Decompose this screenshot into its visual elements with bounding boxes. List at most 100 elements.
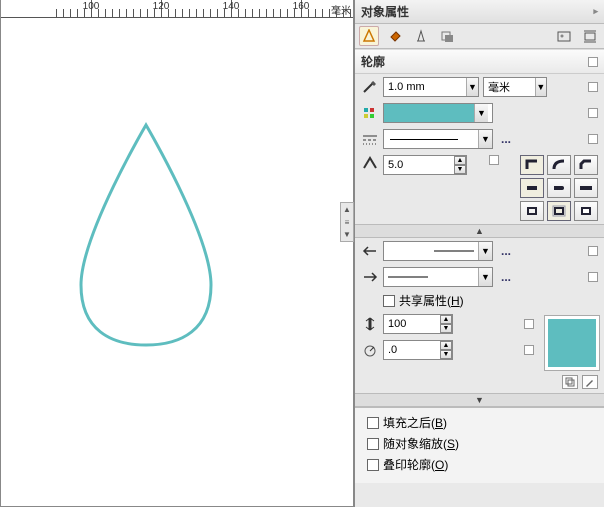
nib-preview-swatch — [544, 315, 600, 371]
outline-color-dropdown-icon[interactable]: ▼ — [474, 104, 488, 122]
color-picker-icon — [361, 105, 379, 121]
corner-style-group — [520, 155, 598, 175]
cap-round-button[interactable] — [547, 178, 571, 198]
cap-extended-button[interactable] — [574, 178, 598, 198]
canvas-area[interactable]: 毫米 100 120 140 160 ▲ ≡ ▼ — [0, 0, 354, 507]
collapse-down-button[interactable]: ▼ — [355, 393, 604, 407]
property-tabs — [355, 24, 604, 49]
position-inside-button[interactable] — [574, 201, 598, 221]
end-arrow-dropdown-icon[interactable]: ▼ — [478, 268, 492, 286]
share-attributes-checkbox[interactable] — [383, 295, 395, 307]
nib-stretch-field[interactable]: ▲▼ — [383, 314, 453, 334]
row-toggle-icon[interactable] — [524, 345, 534, 355]
outline-color-swatch — [384, 104, 474, 122]
miter-limit-field[interactable]: ▲▼ — [383, 155, 467, 175]
overprint-outline-checkbox[interactable] — [367, 459, 379, 471]
overprint-outline-label: 叠印轮廓(O) — [383, 456, 448, 473]
panel-titlebar[interactable]: 对象属性 ▸ — [355, 0, 604, 24]
corner-round-button[interactable] — [547, 155, 571, 175]
outline-section-header[interactable]: 轮廓 — [355, 49, 604, 74]
scroll-down-icon[interactable]: ▼ — [343, 230, 351, 239]
behind-fill-checkbox[interactable] — [367, 417, 379, 429]
nib-angle-input[interactable] — [384, 341, 440, 359]
outline-width-input[interactable] — [384, 78, 466, 96]
ruler-unit-label: 毫米 — [331, 2, 351, 17]
spin-down-icon[interactable]: ▼ — [454, 165, 466, 174]
panel-title-text: 对象属性 — [361, 3, 409, 20]
ruler-tick-label: 100 — [83, 1, 100, 12]
panel-menu-icon[interactable]: ▸ — [593, 6, 598, 17]
cap-square-button[interactable] — [520, 178, 544, 198]
nib-angle-icon — [361, 342, 379, 358]
start-arrow-combo[interactable]: ▼ — [383, 241, 493, 261]
nib-angle-field[interactable]: ▲▼ — [383, 340, 453, 360]
line-style-more-button[interactable]: ... — [497, 132, 515, 146]
outline-options-footer: 填充之后(B) 随对象缩放(S) 叠印轮廓(O) — [355, 407, 604, 483]
row-toggle-icon[interactable] — [588, 108, 598, 118]
scale-with-object-checkbox[interactable] — [367, 438, 379, 450]
miter-limit-icon — [361, 155, 379, 171]
pen-width-icon — [361, 79, 379, 95]
outline-color-combo[interactable]: ▼ — [383, 103, 493, 123]
ruler-tick-label: 140 — [223, 1, 240, 12]
spin-up-icon[interactable]: ▲ — [440, 341, 452, 350]
outline-section-title: 轮廓 — [361, 53, 385, 70]
fill-tab-icon[interactable] — [385, 26, 405, 46]
row-toggle-icon[interactable] — [524, 319, 534, 329]
end-arrow-more-button[interactable]: ... — [497, 270, 515, 284]
start-arrow-dropdown-icon[interactable]: ▼ — [478, 242, 492, 260]
outline-tab-icon[interactable] — [359, 26, 379, 46]
row-toggle-icon[interactable] — [588, 82, 598, 92]
nib-stretch-input[interactable] — [384, 315, 440, 333]
scroll-grip-icon[interactable]: ≡ — [345, 218, 350, 227]
collapse-up-button[interactable]: ▲ — [355, 224, 604, 238]
corner-bevel-button[interactable] — [574, 155, 598, 175]
object-properties-panel: 对象属性 ▸ 轮廓 ▼ ▼ — [354, 0, 604, 507]
outline-width-combo[interactable]: ▼ — [383, 77, 479, 97]
outline-unit-dropdown-icon[interactable]: ▼ — [535, 78, 546, 96]
scroll-up-icon[interactable]: ▲ — [343, 205, 351, 214]
cap-style-group — [520, 178, 598, 198]
image-tab-icon[interactable] — [554, 26, 574, 46]
ruler-tick-label: 160 — [293, 1, 310, 12]
start-arrow-more-button[interactable]: ... — [497, 244, 515, 258]
spin-down-icon[interactable]: ▼ — [440, 324, 452, 333]
row-toggle-icon[interactable] — [588, 272, 598, 282]
row-toggle-icon[interactable] — [489, 155, 499, 165]
position-group — [520, 201, 598, 221]
row-toggle-icon[interactable] — [588, 134, 598, 144]
line-style-dropdown-icon[interactable]: ▼ — [478, 130, 492, 148]
start-arrow-preview — [384, 242, 478, 260]
position-center-button[interactable] — [547, 201, 571, 221]
spin-up-icon[interactable]: ▲ — [454, 156, 466, 165]
end-arrow-preview — [384, 268, 478, 286]
nib-stretch-icon — [361, 316, 379, 332]
end-arrow-icon — [361, 269, 379, 285]
effects-tab-icon[interactable] — [437, 26, 457, 46]
section-toggle-icon[interactable] — [588, 57, 598, 67]
row-toggle-icon[interactable] — [588, 246, 598, 256]
transparency-tab-icon[interactable] — [411, 26, 431, 46]
outline-unit-input[interactable] — [484, 78, 535, 96]
line-style-combo[interactable]: ▼ — [383, 129, 493, 149]
scale-with-object-label: 随对象缩放(S) — [383, 435, 459, 452]
eyedropper-button[interactable] — [582, 375, 598, 389]
corner-miter-button[interactable] — [520, 155, 544, 175]
line-style-preview — [384, 130, 478, 148]
position-outside-button[interactable] — [520, 201, 544, 221]
spin-down-icon[interactable]: ▼ — [440, 350, 452, 359]
copy-properties-button[interactable] — [562, 375, 578, 389]
vertical-scrollbar-handle[interactable]: ▲ ≡ ▼ — [340, 202, 354, 242]
wrap-tab-icon[interactable] — [580, 26, 600, 46]
ruler-tick-label: 120 — [153, 1, 170, 12]
outline-width-dropdown-icon[interactable]: ▼ — [466, 78, 478, 96]
miter-spinner[interactable]: ▲▼ — [454, 156, 466, 174]
horizontal-ruler[interactable]: 毫米 100 120 140 160 — [1, 0, 353, 18]
behind-fill-label: 填充之后(B) — [383, 414, 447, 431]
miter-limit-input[interactable] — [384, 156, 454, 174]
outline-unit-combo[interactable]: ▼ — [483, 77, 547, 97]
spin-up-icon[interactable]: ▲ — [440, 315, 452, 324]
end-arrow-combo[interactable]: ▼ — [383, 267, 493, 287]
share-attributes-label: 共享属性(H) — [399, 292, 464, 309]
selected-drop-shape[interactable] — [61, 120, 231, 353]
